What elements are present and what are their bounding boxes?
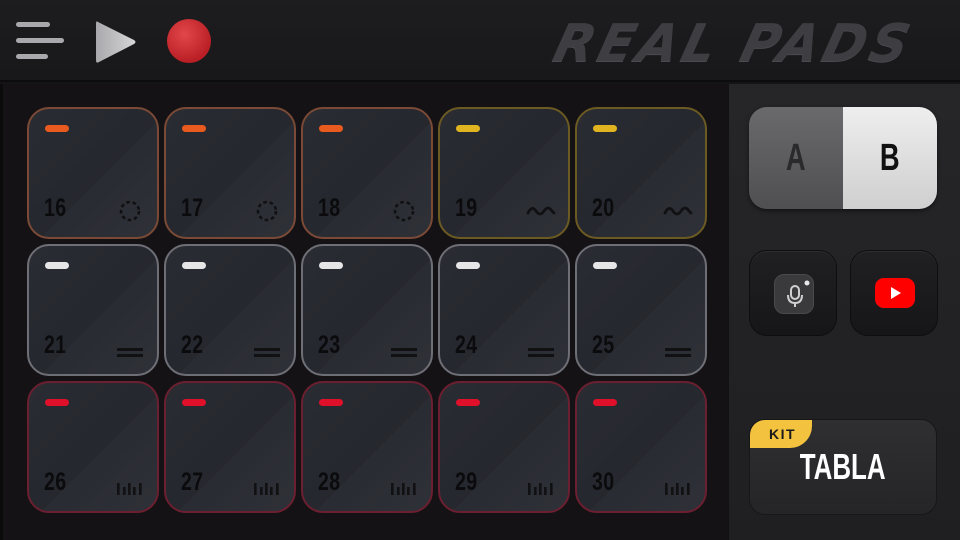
pad-29[interactable]: 29 [438,381,570,513]
double-line-icon [254,348,280,357]
pad-led [319,262,343,269]
pad-led [45,125,69,132]
pad-number: 16 [44,194,67,222]
pad-28[interactable]: 28 [301,381,433,513]
dotted-circle-icon [119,200,141,222]
dotted-circle-icon [393,200,415,222]
bank-b-button[interactable]: B [843,107,937,209]
pad-led [593,262,617,269]
bars-icon [254,483,279,495]
bank-toggle: A B [749,107,937,209]
play-icon[interactable] [92,18,138,66]
pad-led [182,399,206,406]
pad-led [182,125,206,132]
kit-selector[interactable]: KIT TABLA [749,419,937,515]
pad-25[interactable]: 25 [575,244,707,376]
pad-number: 20 [592,194,615,222]
pad-number: 23 [318,331,341,359]
pad-number: 21 [44,331,67,359]
pad-16[interactable]: 16 [27,107,159,239]
pad-18[interactable]: 18 [301,107,433,239]
youtube-button[interactable] [850,250,938,336]
pad-led [45,262,69,269]
pad-23[interactable]: 23 [301,244,433,376]
pad-number: 22 [181,331,204,359]
pad-number: 29 [455,468,478,496]
wave-icon [526,206,556,216]
bars-icon [117,483,142,495]
record-button[interactable] [167,19,211,63]
pad-led [45,399,69,406]
pad-led [319,125,343,132]
bank-a-button[interactable]: A [749,107,843,209]
wave-icon [663,206,693,216]
pad-number: 24 [455,331,478,359]
pad-30[interactable]: 30 [575,381,707,513]
double-line-icon [117,348,143,357]
pad-number: 30 [592,468,615,496]
pad-led [319,399,343,406]
hamburger-menu-icon[interactable] [16,22,64,62]
double-line-icon [391,348,417,357]
bars-icon [391,483,416,495]
pad-number: 19 [455,194,478,222]
pad-22[interactable]: 22 [164,244,296,376]
pad-grid: 16 17 18 19 20 21 22 23 24 25 26 27 28 29 30 [0,84,727,540]
youtube-icon [875,278,915,308]
pad-led [456,262,480,269]
pad-number: 26 [44,468,67,496]
pad-led [456,125,480,132]
pad-19[interactable]: 19 [438,107,570,239]
top-bar: REAL PADS [0,0,960,82]
pad-26[interactable]: 26 [27,381,159,513]
pad-number: 27 [181,468,204,496]
pad-led [593,125,617,132]
double-line-icon [528,348,554,357]
microphone-icon [774,274,814,314]
pad-number: 25 [592,331,615,359]
pad-led [182,262,206,269]
pad-24[interactable]: 24 [438,244,570,376]
pad-number: 18 [318,194,341,222]
pad-number: 28 [318,468,341,496]
pad-27[interactable]: 27 [164,381,296,513]
pad-20[interactable]: 20 [575,107,707,239]
pad-number: 17 [181,194,204,222]
double-line-icon [665,348,691,357]
pad-21[interactable]: 21 [27,244,159,376]
app-logo: REAL PADS [547,14,920,74]
bars-icon [528,483,553,495]
pad-led [456,399,480,406]
pad-led [593,399,617,406]
dotted-circle-icon [256,200,278,222]
kit-tag: KIT [750,420,812,448]
sidebar: A B KIT TABLA [727,84,960,540]
pad-17[interactable]: 17 [164,107,296,239]
bars-icon [665,483,690,495]
microphone-button[interactable] [749,250,837,336]
kit-name: TABLA [800,446,886,487]
